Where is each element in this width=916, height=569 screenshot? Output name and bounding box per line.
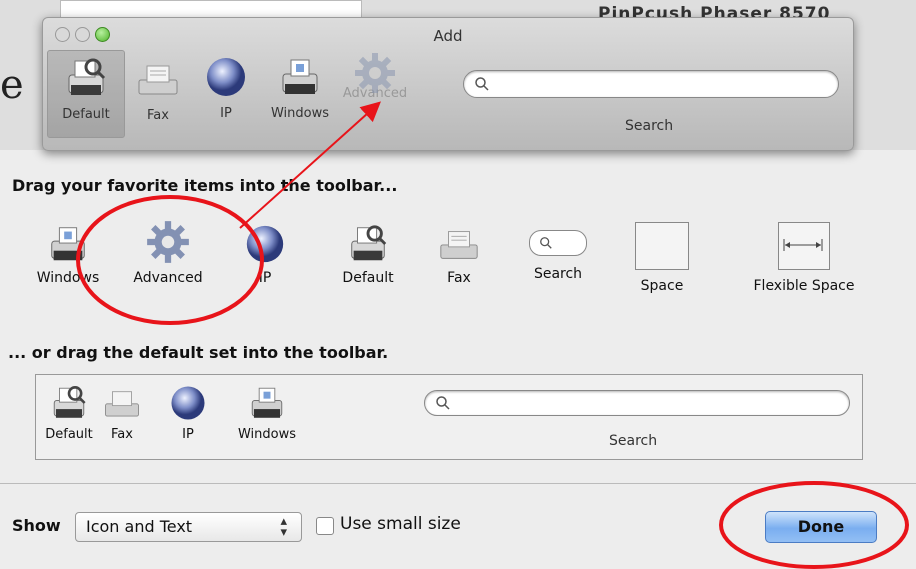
- annotation-circle-done: [719, 481, 909, 569]
- annotation-arrow: [239, 101, 381, 229]
- annotation-overlay: [76, 101, 909, 569]
- annotation-circle-advanced: [76, 195, 264, 325]
